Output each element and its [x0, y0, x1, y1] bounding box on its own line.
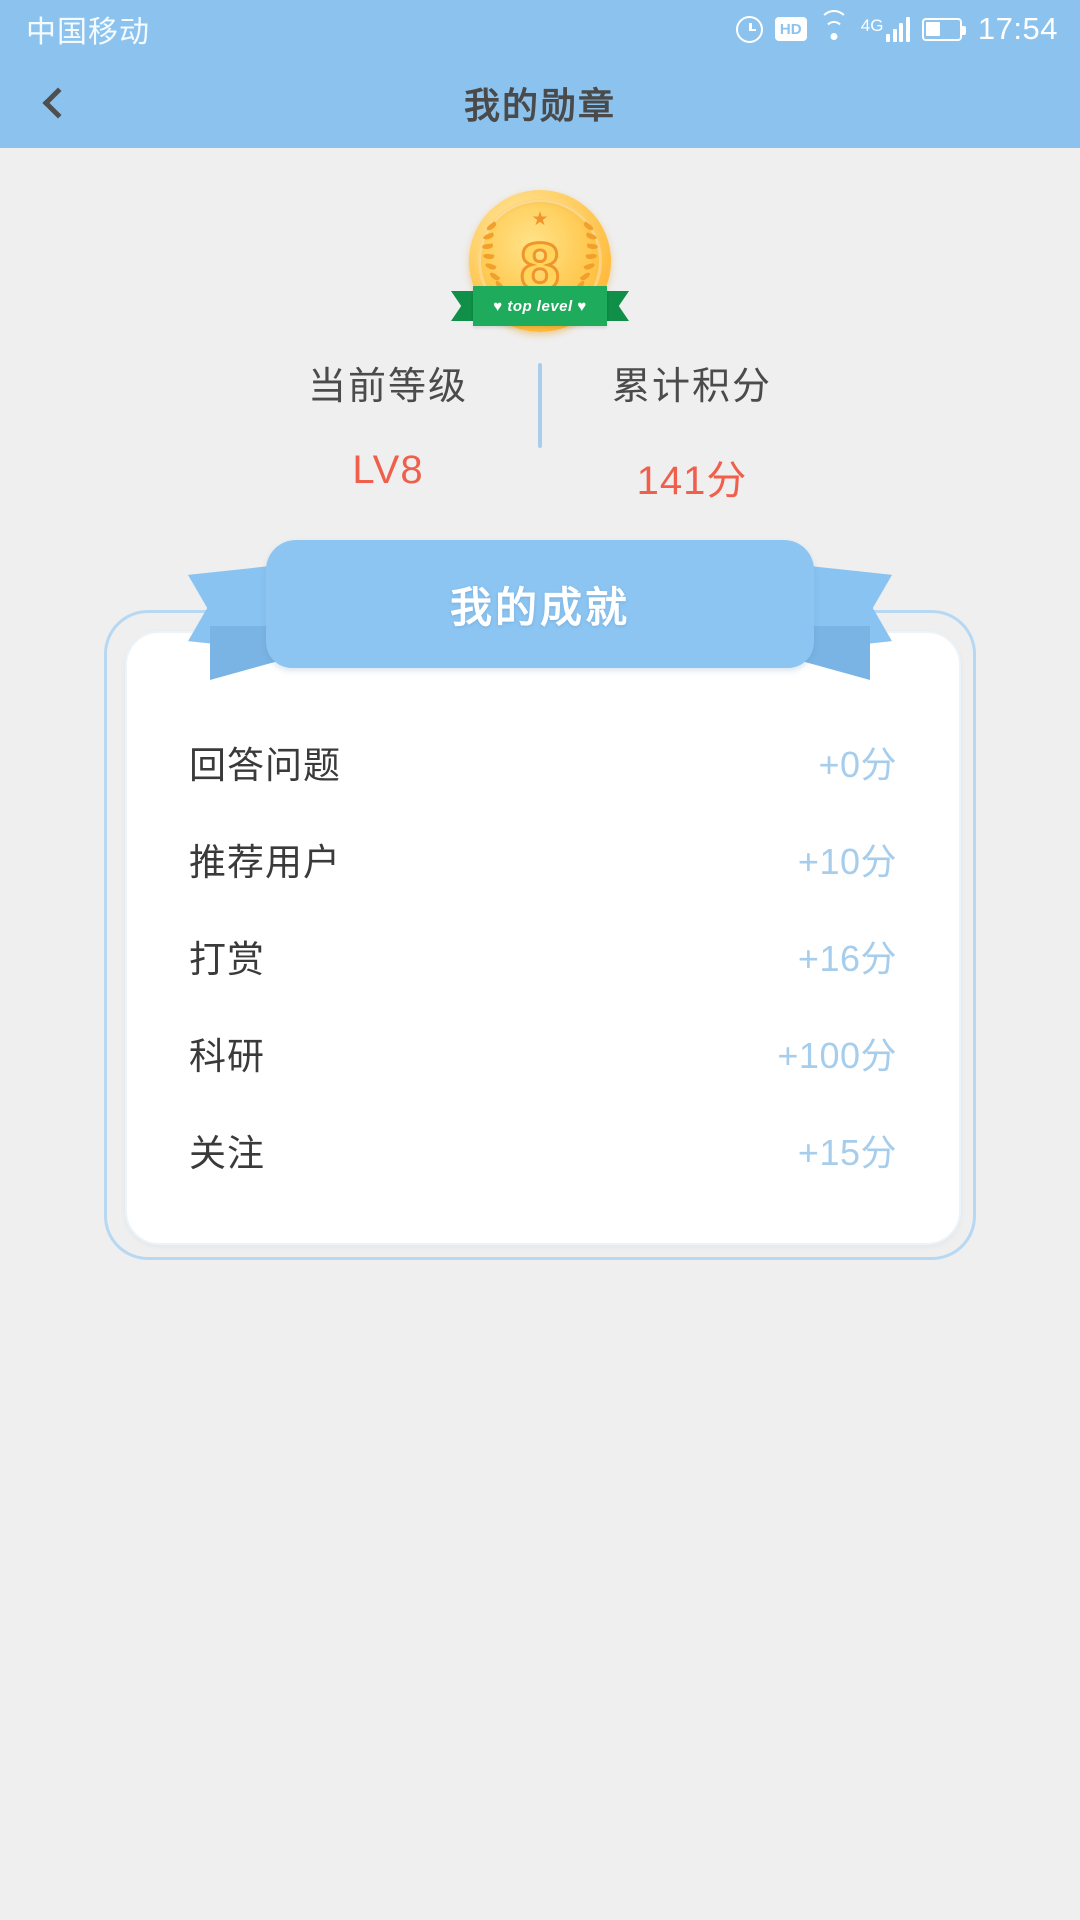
nav-bar: 我的勋章 — [0, 58, 1080, 148]
ribbon-band: ♥ top level ♥ — [473, 286, 607, 326]
alarm-clock-icon — [736, 16, 763, 43]
signal-icon: 4G — [861, 16, 910, 42]
total-points-label: 累计积分 — [542, 355, 842, 410]
network-type-label: 4G — [861, 17, 884, 34]
page-title: 我的勋章 — [464, 77, 616, 129]
medal-area: 8 ★ — [0, 190, 1080, 340]
achievement-points: +0分 — [818, 736, 897, 788]
achievement-label: 打赏 — [189, 929, 265, 983]
list-item[interactable]: 推荐用户 +10分 — [189, 810, 897, 907]
chevron-left-icon — [42, 87, 73, 118]
achievement-points: +16分 — [798, 930, 897, 982]
stat-total-points: 累计积分 141分 — [542, 355, 842, 506]
achievement-label: 科研 — [189, 1026, 265, 1080]
achievement-points: +15分 — [798, 1124, 897, 1176]
app-screen: 中国移动 HD 4G 17:54 我的勋章 8 ★ — [0, 0, 1080, 1920]
carrier-label: 中国移动 — [26, 7, 150, 51]
list-item[interactable]: 科研 +100分 — [189, 1004, 897, 1101]
battery-icon — [922, 18, 962, 41]
stats-row: 当前等级 LV8 累计积分 141分 — [0, 355, 1080, 506]
achievements-banner: 我的成就 — [188, 540, 892, 680]
banner-title: 我的成就 — [450, 574, 630, 635]
back-button[interactable] — [0, 58, 110, 148]
status-icons: HD 4G 17:54 — [736, 11, 1058, 47]
total-points-value: 141分 — [542, 448, 842, 506]
medal-star-icon: ★ — [531, 210, 548, 229]
top-level-ribbon: ♥ top level ♥ — [451, 286, 629, 326]
achievement-points: +100分 — [777, 1027, 897, 1079]
current-level-label: 当前等级 — [238, 355, 538, 410]
medal-badge-icon: 8 ★ — [469, 190, 611, 332]
current-level-value: LV8 — [238, 448, 538, 493]
status-bar: 中国移动 HD 4G 17:54 — [0, 0, 1080, 58]
achievements-list: 回答问题 +0分 推荐用户 +10分 打赏 +16分 科研 +100分 关注 — [127, 713, 959, 1198]
list-item[interactable]: 回答问题 +0分 — [189, 713, 897, 810]
achievements-card-outer: 回答问题 +0分 推荐用户 +10分 打赏 +16分 科研 +100分 关注 — [104, 610, 976, 1260]
stat-current-level: 当前等级 LV8 — [238, 355, 538, 506]
wifi-icon — [819, 17, 849, 41]
clock-label: 17:54 — [978, 11, 1058, 47]
list-item[interactable]: 关注 +15分 — [189, 1101, 897, 1198]
achievement-points: +10分 — [798, 833, 897, 885]
banner-main: 我的成就 — [266, 540, 814, 668]
achievement-label: 推荐用户 — [189, 832, 341, 886]
hd-icon: HD — [775, 17, 807, 41]
list-item[interactable]: 打赏 +16分 — [189, 907, 897, 1004]
ribbon-label: ♥ top level ♥ — [493, 298, 587, 315]
achievements-card: 回答问题 +0分 推荐用户 +10分 打赏 +16分 科研 +100分 关注 — [125, 631, 961, 1245]
achievement-label: 回答问题 — [189, 735, 341, 789]
laurel-right-icon — [575, 222, 597, 296]
achievement-label: 关注 — [189, 1123, 265, 1177]
laurel-left-icon — [483, 222, 505, 296]
